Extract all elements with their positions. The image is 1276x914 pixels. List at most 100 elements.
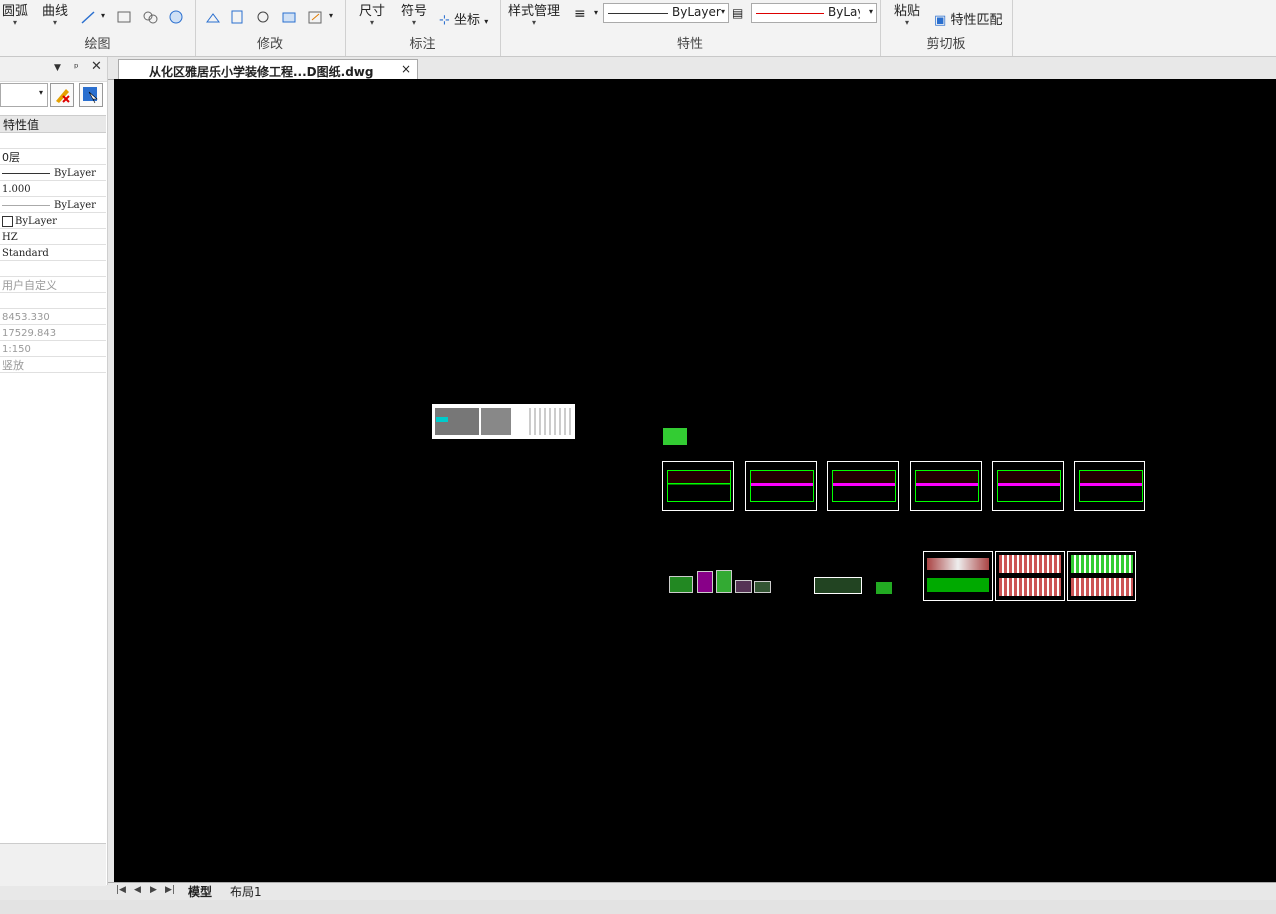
- coordinate-icon: ⊹: [439, 13, 450, 28]
- plan-content: [832, 470, 896, 502]
- match-properties-button[interactable]: ▣ 特性匹配: [934, 9, 1002, 28]
- prop-row-orientation: 竖放: [0, 358, 106, 373]
- plan-content: [997, 470, 1061, 502]
- font-value: HZ: [2, 232, 18, 243]
- drawing-canvas[interactable]: [114, 79, 1276, 882]
- symbol-button[interactable]: 符号 ▾: [401, 0, 427, 27]
- mirror-icon[interactable]: [229, 10, 245, 24]
- prop-row-linetype[interactable]: ByLayer: [0, 198, 106, 213]
- detail-sheet[interactable]: [754, 581, 771, 593]
- linetype-select[interactable]: ByLayer ▾: [603, 3, 729, 23]
- prop-row-custom[interactable]: 用户自定义: [0, 278, 106, 293]
- annotate-group: 尺寸 ▾ 符号 ▾ ⊹ 坐标 ▾ 标注: [345, 0, 501, 56]
- paste-button[interactable]: 粘贴 ▾: [894, 0, 920, 27]
- property-value-header: 特性值: [0, 115, 106, 133]
- chevron-down-icon: ▾: [905, 18, 910, 27]
- panel-header: ▼ ᵖ ✕: [0, 57, 107, 82]
- dimension-button[interactable]: 尺寸 ▾: [359, 0, 385, 27]
- match-properties-label: 特性匹配: [950, 13, 1003, 28]
- properties-panel: ▼ ᵖ ✕ ▾ 特性值 0层 ByLayer 1.000 ByLayer ByL…: [0, 57, 108, 886]
- line-preview: [2, 205, 50, 206]
- plan-content: [750, 470, 814, 502]
- detail-sheet[interactable]: [876, 582, 892, 594]
- drawing-sheet[interactable]: [432, 404, 575, 439]
- chevron-down-icon[interactable]: ▾: [101, 11, 105, 20]
- transparency-icon[interactable]: ▤: [732, 6, 743, 20]
- edit-icon[interactable]: [307, 10, 323, 24]
- chevron-down-icon[interactable]: ▾: [329, 11, 333, 20]
- pin-icon[interactable]: ᵖ: [74, 61, 79, 74]
- curve-button[interactable]: 曲线 ▾: [42, 0, 68, 27]
- height-value: 17529.843: [2, 328, 57, 339]
- plan-content: [667, 470, 731, 502]
- offset-icon[interactable]: [281, 10, 297, 24]
- region-icon[interactable]: [142, 10, 158, 24]
- floorplan-sheet[interactable]: [992, 461, 1064, 511]
- document-tab-bar: 从化区雅居乐小学装修工程...D图纸.dwg ×: [108, 57, 1276, 80]
- floorplan-sheet[interactable]: [745, 461, 817, 511]
- panel-footer: [0, 843, 106, 886]
- arc-button[interactable]: 圆弧 ▾: [2, 0, 28, 27]
- color-select[interactable]: ByLay  ▾: [751, 3, 877, 23]
- rectangle-icon[interactable]: [116, 10, 132, 24]
- close-icon[interactable]: ✕: [91, 59, 102, 74]
- rotate-icon[interactable]: [255, 10, 271, 24]
- lineweight-value: ByLayer: [15, 216, 57, 227]
- chevron-down-icon: ▾: [532, 18, 537, 27]
- curve-label: 曲线: [42, 4, 69, 19]
- select-objects-button[interactable]: [79, 83, 103, 107]
- detail-sheet[interactable]: [716, 570, 732, 593]
- floorplan-sheet[interactable]: [1074, 461, 1145, 511]
- next-tab-icon[interactable]: ▶: [150, 885, 157, 895]
- prop-row-ratio: 1:150: [0, 342, 106, 357]
- prop-row-style[interactable]: Standard: [0, 246, 106, 261]
- elevation-content: [999, 578, 1061, 596]
- document-tab[interactable]: 从化区雅居乐小学装修工程...D图纸.dwg ×: [118, 59, 418, 79]
- last-tab-icon[interactable]: ▶|: [165, 885, 175, 895]
- object-type-select[interactable]: ▾: [0, 83, 48, 107]
- plan-content: [915, 470, 979, 502]
- coordinate-button[interactable]: ⊹ 坐标 ▾: [439, 9, 488, 28]
- draw-group: 圆弧 ▾ 曲线 ▾ ▾ 绘图: [0, 0, 196, 56]
- prop-row-font[interactable]: HZ: [0, 230, 106, 245]
- close-icon[interactable]: ×: [401, 62, 411, 76]
- draw-group-label: 绘图: [84, 37, 111, 52]
- chevron-down-icon[interactable]: ▾: [594, 8, 598, 17]
- chevron-down-icon: ▾: [38, 88, 43, 97]
- drawing-sheet[interactable]: [663, 428, 687, 445]
- lineweight-icon[interactable]: ≡: [574, 6, 586, 22]
- coordinate-label: 坐标: [454, 13, 481, 28]
- paste-label: 粘贴: [894, 4, 921, 19]
- line-preview: [2, 173, 50, 174]
- elevation-sheet[interactable]: [923, 551, 993, 601]
- elevation-content: [1071, 555, 1133, 573]
- prop-row-width: 8453.330: [0, 310, 106, 325]
- prop-row-scale[interactable]: 1.000: [0, 182, 106, 197]
- hatch-icon[interactable]: [168, 10, 184, 24]
- floorplan-sheet[interactable]: [910, 461, 982, 511]
- floorplan-sheet[interactable]: [662, 461, 734, 511]
- chevron-down-icon: ▾: [13, 18, 18, 27]
- stretch-icon[interactable]: [205, 10, 221, 24]
- clear-selection-button[interactable]: [50, 83, 74, 107]
- floorplan-sheet[interactable]: [827, 461, 899, 511]
- first-tab-icon[interactable]: |◀: [116, 885, 126, 895]
- elevation-sheet[interactable]: [995, 551, 1065, 601]
- style-manager-label: 样式管理: [508, 4, 561, 19]
- detail-sheet[interactable]: [697, 571, 713, 593]
- line-icon[interactable]: [80, 10, 96, 24]
- prop-row-height: 17529.843: [0, 326, 106, 341]
- prop-row-lineweight[interactable]: ByLayer: [0, 214, 106, 229]
- elevation-sheet[interactable]: [1067, 551, 1136, 601]
- detail-sheet[interactable]: [669, 576, 693, 593]
- prev-tab-icon[interactable]: ◀: [134, 885, 141, 895]
- style-manager-button[interactable]: 样式管理 ▾: [508, 0, 560, 27]
- detail-sheet[interactable]: [814, 577, 862, 594]
- clipboard-group-label: 剪切板: [926, 37, 966, 52]
- dropdown-icon[interactable]: ▼: [54, 63, 61, 73]
- color-value: ByLay : [828, 5, 860, 19]
- prop-row-color[interactable]: ByLayer: [0, 166, 106, 181]
- detail-sheet[interactable]: [735, 580, 752, 593]
- tab-layout1[interactable]: 布局1: [230, 883, 262, 900]
- prop-row-layer[interactable]: 0层: [0, 150, 106, 165]
